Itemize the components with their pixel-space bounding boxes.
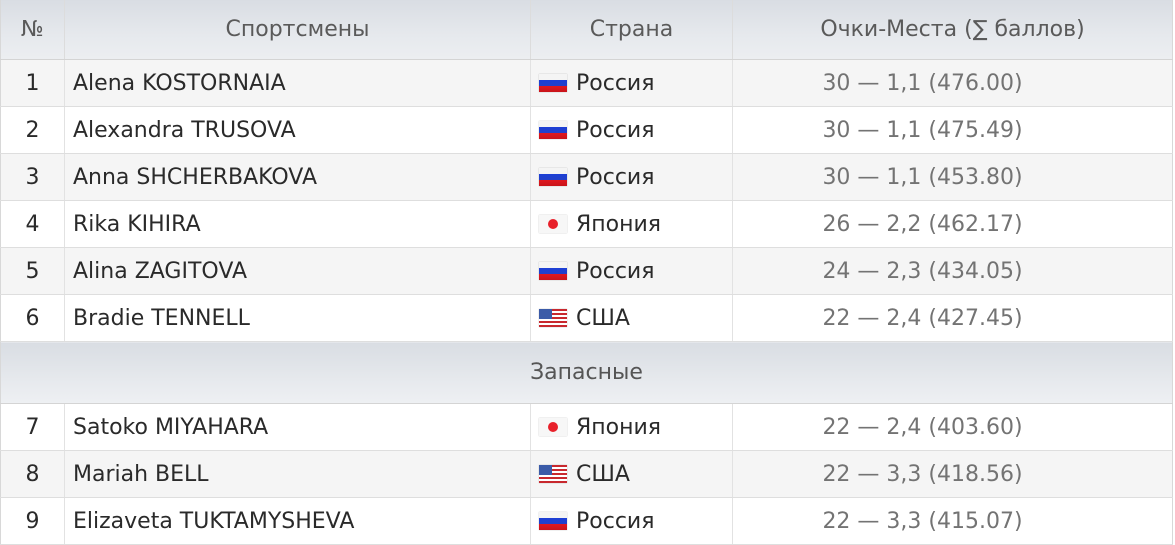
rank-cell: 1 [0, 59, 65, 107]
country-name[interactable]: Япония [576, 212, 661, 237]
score-cell: 26 — 2,2 (462.17) [732, 200, 1173, 248]
flag-russia-icon [539, 120, 567, 139]
country-name[interactable]: Россия [576, 259, 654, 284]
score-cell: 22 — 3,3 (418.56) [732, 450, 1173, 498]
table-row: 2 Alexandra TRUSOVA Россия 30 — 1,1 (475… [0, 106, 1173, 154]
athlete-name[interactable]: Anna SHCHERBAKOVA [64, 153, 531, 201]
score-cell: 22 — 3,3 (415.07) [732, 497, 1173, 545]
score-cell: 30 — 1,1 (453.80) [732, 153, 1173, 201]
table-row: 9 Elizaveta TUKTAMYSHEVA Россия 22 — 3,3… [0, 497, 1173, 545]
country-name[interactable]: Россия [576, 165, 654, 190]
country-name[interactable]: Россия [576, 509, 654, 534]
flag-usa-icon [539, 464, 567, 483]
score-cell: 22 — 2,4 (427.45) [732, 294, 1173, 342]
score-cell: 24 — 2,3 (434.05) [732, 247, 1173, 295]
rank-cell: 5 [0, 247, 65, 295]
rank-cell: 2 [0, 106, 65, 154]
table-row: 6 Bradie TENNELL США 22 — 2,4 (427.45) [0, 294, 1173, 342]
flag-russia-icon [539, 511, 567, 530]
athlete-name[interactable]: Mariah BELL [64, 450, 531, 498]
country-cell: Россия [530, 153, 733, 201]
flag-russia-icon [539, 167, 567, 186]
column-header-country[interactable]: Страна [530, 0, 733, 60]
flag-russia-icon [539, 73, 567, 92]
score-cell: 30 — 1,1 (475.49) [732, 106, 1173, 154]
table-row: 3 Anna SHCHERBAKOVA Россия 30 — 1,1 (453… [0, 153, 1173, 201]
country-name[interactable]: Россия [576, 71, 654, 96]
rank-cell: 6 [0, 294, 65, 342]
country-cell: Япония [530, 200, 733, 248]
country-cell: США [530, 294, 733, 342]
table-row: 5 Alina ZAGITOVA Россия 24 — 2,3 (434.05… [0, 247, 1173, 295]
flag-russia-icon [539, 261, 567, 280]
country-cell: Россия [530, 497, 733, 545]
athlete-name[interactable]: Alexandra TRUSOVA [64, 106, 531, 154]
rank-cell: 8 [0, 450, 65, 498]
country-cell: Россия [530, 106, 733, 154]
flag-japan-icon [539, 214, 567, 233]
rank-cell: 3 [0, 153, 65, 201]
column-header-number[interactable]: № [0, 0, 65, 60]
country-cell: Япония [530, 403, 733, 451]
country-cell: Россия [530, 59, 733, 107]
country-name[interactable]: США [576, 306, 630, 331]
country-cell: Россия [530, 247, 733, 295]
flag-japan-icon [539, 417, 567, 436]
athlete-name[interactable]: Alina ZAGITOVA [64, 247, 531, 295]
score-cell: 30 — 1,1 (476.00) [732, 59, 1173, 107]
reserves-title: Запасные [0, 341, 1173, 404]
country-name[interactable]: США [576, 462, 630, 487]
athlete-name[interactable]: Alena KOSTORNAIA [64, 59, 531, 107]
athlete-name[interactable]: Rika KIHIRA [64, 200, 531, 248]
table-row: 7 Satoko MIYAHARA Япония 22 — 2,4 (403.6… [0, 403, 1173, 451]
flag-usa-icon [539, 308, 567, 327]
table-row: 4 Rika KIHIRA Япония 26 — 2,2 (462.17) [0, 200, 1173, 248]
country-name[interactable]: Россия [576, 118, 654, 143]
athlete-name[interactable]: Satoko MIYAHARA [64, 403, 531, 451]
table-row: 1 Alena KOSTORNAIA Россия 30 — 1,1 (476.… [0, 59, 1173, 107]
score-cell: 22 — 2,4 (403.60) [732, 403, 1173, 451]
column-header-athletes[interactable]: Спортсмены [64, 0, 531, 60]
rank-cell: 4 [0, 200, 65, 248]
reserves-section-header: Запасные [0, 341, 1173, 404]
header-row: № Спортсмены Страна Очки-Места (∑ баллов… [0, 0, 1173, 60]
rank-cell: 9 [0, 497, 65, 545]
table-row: 8 Mariah BELL США 22 — 3,3 (418.56) [0, 450, 1173, 498]
column-header-score[interactable]: Очки-Места (∑ баллов) [732, 0, 1173, 60]
athlete-name[interactable]: Bradie TENNELL [64, 294, 531, 342]
athlete-name[interactable]: Elizaveta TUKTAMYSHEVA [64, 497, 531, 545]
country-cell: США [530, 450, 733, 498]
rank-cell: 7 [0, 403, 65, 451]
results-table: № Спортсмены Страна Очки-Места (∑ баллов… [0, 0, 1173, 545]
country-name[interactable]: Япония [576, 415, 661, 440]
